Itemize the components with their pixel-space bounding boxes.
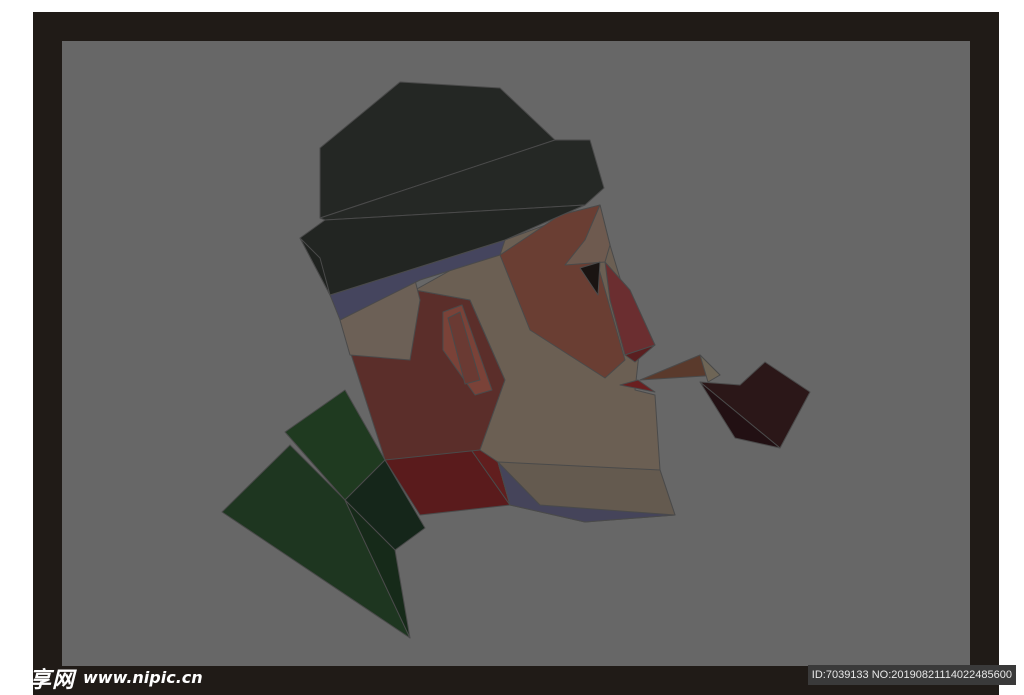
image-stage: 昵享网 www.nipic.cn ID:7039133 NO:201908211… xyxy=(0,0,1024,695)
low-poly-portrait xyxy=(221,81,811,639)
image-id-strip: ID:7039133 NO:20190821114022485600 xyxy=(807,665,1016,685)
watermark-url: www.nipic.cn xyxy=(83,668,203,687)
site-watermark: 昵享网 www.nipic.cn xyxy=(0,660,203,695)
watermark-logo: 昵享网 xyxy=(6,667,76,693)
